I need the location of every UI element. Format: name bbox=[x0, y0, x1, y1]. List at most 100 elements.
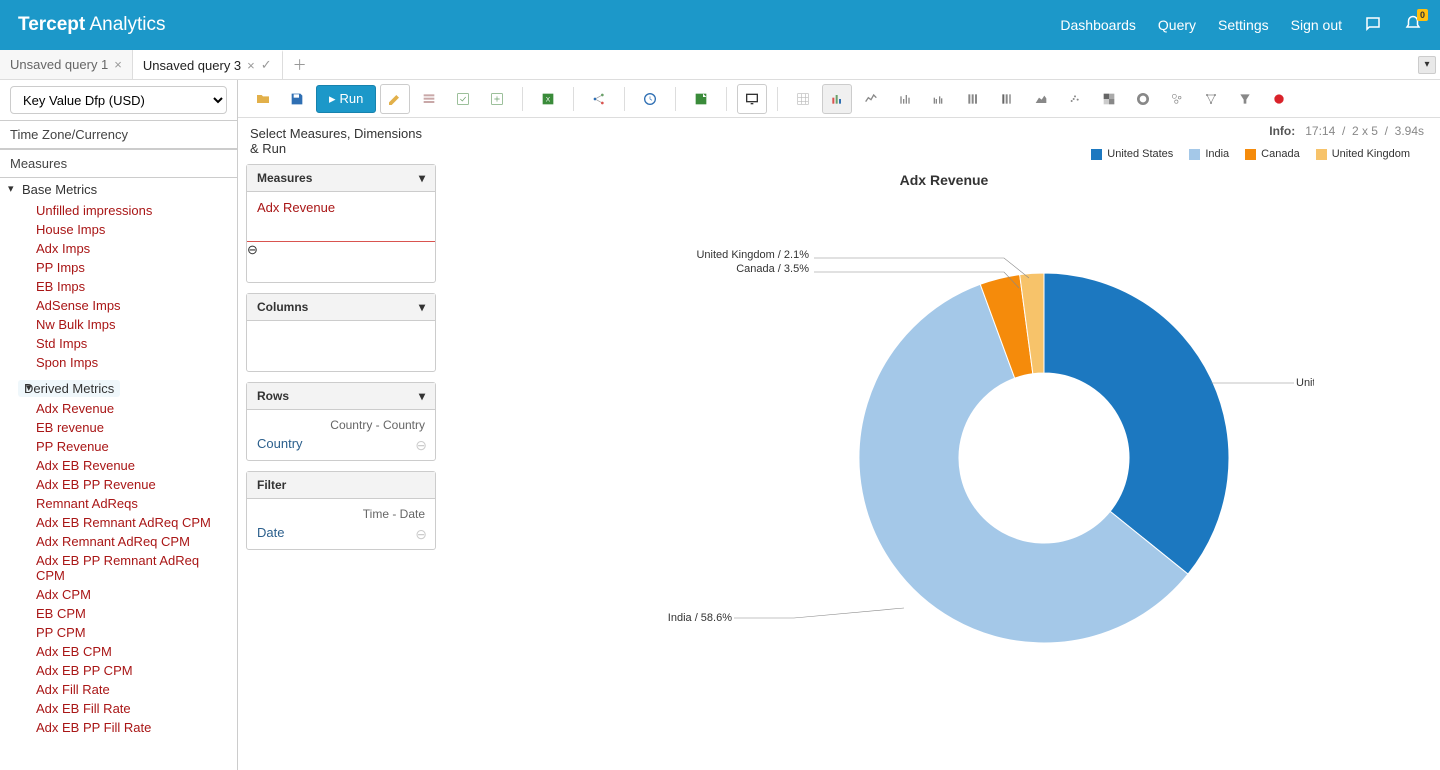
slice-label-canada: Canada / 3.5% bbox=[736, 263, 1019, 288]
chart-stacked-icon[interactable] bbox=[958, 84, 988, 114]
metric-item[interactable]: EB Imps bbox=[36, 277, 227, 296]
filter-dropzone[interactable]: Filter Time - Date Date ⊖ bbox=[246, 471, 436, 550]
metric-item[interactable]: Adx EB PP Fill Rate bbox=[36, 718, 227, 737]
run-button[interactable]: ▸Run bbox=[316, 85, 376, 113]
chart-line-icon[interactable] bbox=[856, 84, 886, 114]
sidebar: Key Value Dfp (USD) Time Zone/Currency M… bbox=[0, 80, 238, 770]
remove-icon[interactable]: ⊖ bbox=[247, 242, 258, 257]
remove-icon[interactable]: ⊖ bbox=[415, 437, 427, 454]
share-icon[interactable] bbox=[584, 84, 614, 114]
export-xls-icon[interactable] bbox=[686, 84, 716, 114]
datasource-selector[interactable]: Key Value Dfp (USD) bbox=[10, 86, 227, 114]
metric-item[interactable]: AdSense Imps bbox=[36, 296, 227, 315]
sidebar-section-timezone[interactable]: Time Zone/Currency bbox=[0, 120, 237, 149]
screen-icon[interactable] bbox=[737, 84, 767, 114]
nav-signout[interactable]: Sign out bbox=[1291, 17, 1342, 33]
chart-scatter-icon[interactable] bbox=[1060, 84, 1090, 114]
slice-label-india: India / 58.6% bbox=[668, 608, 904, 624]
legend-item-uk[interactable]: United Kingdom bbox=[1316, 148, 1410, 160]
chart-donut-icon[interactable] bbox=[1128, 84, 1158, 114]
close-icon[interactable]: × bbox=[247, 58, 255, 73]
legend-item-india[interactable]: India bbox=[1189, 148, 1229, 160]
legend-item-us[interactable]: United States bbox=[1091, 148, 1173, 160]
group-base-metrics[interactable]: Base Metrics bbox=[0, 178, 237, 201]
tab-unsaved-query-3[interactable]: Unsaved query 3 × ✓ bbox=[133, 50, 283, 79]
save-icon[interactable] bbox=[282, 84, 312, 114]
metric-item[interactable]: House Imps bbox=[36, 220, 227, 239]
chart-table-icon[interactable] bbox=[788, 84, 818, 114]
chart-bar-icon[interactable] bbox=[822, 84, 852, 114]
metric-item[interactable]: EB revenue bbox=[36, 418, 227, 437]
filter-item[interactable]: Date bbox=[257, 525, 284, 540]
nav-dashboards[interactable]: Dashboards bbox=[1060, 17, 1136, 33]
metric-item[interactable]: Adx Fill Rate bbox=[36, 680, 227, 699]
measures-dropzone[interactable]: Measures▾ Adx Revenue ⊖ bbox=[246, 164, 436, 283]
tab-unsaved-query-1[interactable]: Unsaved query 1 × bbox=[0, 50, 133, 79]
brand-bold: Tercept bbox=[18, 14, 85, 35]
export-excel-icon[interactable]: X bbox=[533, 84, 563, 114]
metric-item[interactable]: Nw Bulk Imps bbox=[36, 315, 227, 334]
open-icon[interactable] bbox=[248, 84, 278, 114]
chart-column-icon[interactable] bbox=[890, 84, 920, 114]
dropzone-header-rows[interactable]: Rows▾ bbox=[247, 383, 435, 410]
nav-settings[interactable]: Settings bbox=[1218, 17, 1269, 33]
metric-item[interactable]: Adx EB Remnant AdReq CPM bbox=[36, 513, 227, 532]
tabs-dropdown[interactable]: ▾ bbox=[1418, 56, 1436, 74]
chart-bubble-icon[interactable] bbox=[1162, 84, 1192, 114]
record-icon[interactable] bbox=[1264, 84, 1294, 114]
rows-dropzone[interactable]: Rows▾ Country - Country Country ⊖ bbox=[246, 382, 436, 461]
metric-item[interactable]: Std Imps bbox=[36, 334, 227, 353]
metric-item[interactable]: Adx Remnant AdReq CPM bbox=[36, 532, 227, 551]
toolbar-separator bbox=[675, 87, 676, 111]
add-tab-button[interactable]: ＋ bbox=[283, 55, 317, 75]
chart-funnel-icon[interactable] bbox=[1230, 84, 1260, 114]
notifications-badge: 0 bbox=[1417, 9, 1428, 21]
info-dims: 2 x 5 bbox=[1352, 124, 1378, 138]
dropzone-header-filter[interactable]: Filter bbox=[247, 472, 435, 499]
chart-heatmap-icon[interactable] bbox=[1094, 84, 1124, 114]
clock-icon[interactable] bbox=[635, 84, 665, 114]
dropzone-header-measures[interactable]: Measures▾ bbox=[247, 165, 435, 192]
metric-item[interactable]: Unfilled impressions bbox=[36, 201, 227, 220]
chart-area-icon[interactable] bbox=[1026, 84, 1056, 114]
metric-item[interactable]: Adx EB Revenue bbox=[36, 456, 227, 475]
close-icon[interactable]: × bbox=[114, 57, 122, 72]
measure-item[interactable]: Adx Revenue bbox=[257, 200, 335, 215]
tool-icon-2[interactable] bbox=[448, 84, 478, 114]
nav-query[interactable]: Query bbox=[1158, 17, 1196, 33]
chat-icon[interactable] bbox=[1364, 15, 1382, 36]
query-tabs: Unsaved query 1 × Unsaved query 3 × ✓ ＋ … bbox=[0, 50, 1440, 80]
rows-item[interactable]: Country bbox=[257, 436, 303, 451]
metric-item[interactable]: Adx EB CPM bbox=[36, 642, 227, 661]
metric-item[interactable]: Adx EB PP Remnant AdReq CPM bbox=[36, 551, 227, 585]
metric-item[interactable]: Remnant AdReqs bbox=[36, 494, 227, 513]
brand-rest: Analytics bbox=[85, 14, 165, 35]
tool-icon-1[interactable] bbox=[414, 84, 444, 114]
metric-item[interactable]: PP CPM bbox=[36, 623, 227, 642]
info-bar: Info: 17:14 / 2 x 5 / 3.94s bbox=[448, 118, 1440, 144]
legend-item-canada[interactable]: Canada bbox=[1245, 148, 1300, 160]
dropzone-header-columns[interactable]: Columns▾ bbox=[247, 294, 435, 321]
metric-item[interactable]: Adx EB PP Revenue bbox=[36, 475, 227, 494]
donut-slice[interactable] bbox=[1044, 273, 1229, 574]
chart-network-icon[interactable] bbox=[1196, 84, 1226, 114]
tool-icon-3[interactable] bbox=[482, 84, 512, 114]
metric-item[interactable]: PP Imps bbox=[36, 258, 227, 277]
metric-item[interactable]: Adx EB Fill Rate bbox=[36, 699, 227, 718]
metric-item[interactable]: Adx Imps bbox=[36, 239, 227, 258]
chart-grouped-icon[interactable] bbox=[924, 84, 954, 114]
metric-item[interactable]: Adx EB PP CPM bbox=[36, 661, 227, 680]
derived-metrics-list: Adx RevenueEB revenuePP RevenueAdx EB Re… bbox=[0, 399, 237, 743]
metric-item[interactable]: Adx CPM bbox=[36, 585, 227, 604]
group-derived-metrics[interactable]: Derived Metrics bbox=[18, 380, 120, 397]
chart-100stacked-icon[interactable] bbox=[992, 84, 1022, 114]
notifications-button[interactable]: 0 bbox=[1404, 15, 1422, 36]
metric-item[interactable]: PP Revenue bbox=[36, 437, 227, 456]
metric-item[interactable]: Spon Imps bbox=[36, 353, 227, 372]
columns-dropzone[interactable]: Columns▾ bbox=[246, 293, 436, 372]
metric-item[interactable]: EB CPM bbox=[36, 604, 227, 623]
edit-icon[interactable] bbox=[380, 84, 410, 114]
metric-item[interactable]: Adx Revenue bbox=[36, 399, 227, 418]
sidebar-section-measures[interactable]: Measures bbox=[0, 149, 237, 178]
remove-icon[interactable]: ⊖ bbox=[415, 526, 427, 543]
